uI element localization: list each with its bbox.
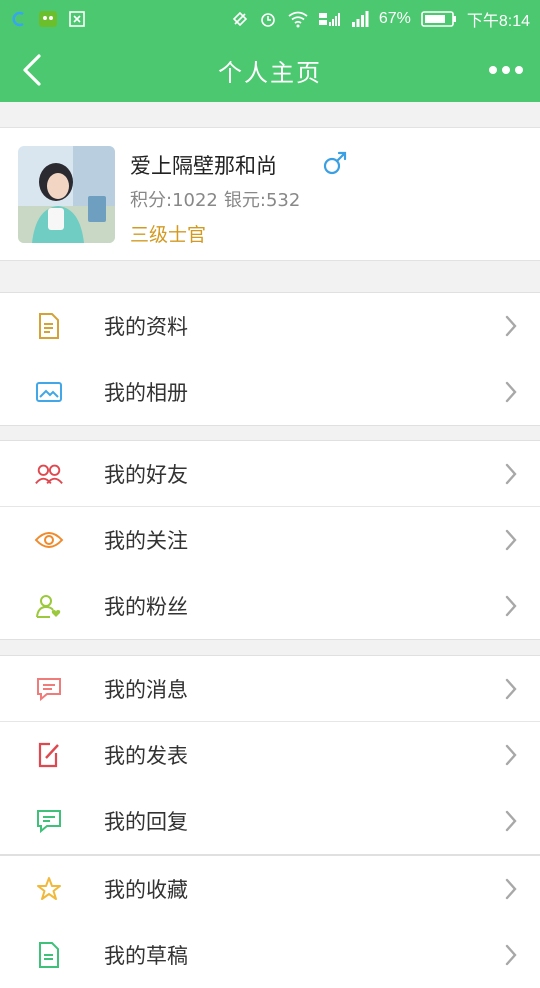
- message-icon: [34, 675, 64, 703]
- alarm-icon: [259, 10, 277, 28]
- nav-bar: 个人主页: [0, 38, 540, 102]
- star-icon: [34, 875, 64, 903]
- menu-item-label: 我的关注: [104, 529, 188, 553]
- menu-item-my-favorites[interactable]: 我的收藏: [0, 856, 540, 922]
- document-icon: [34, 312, 64, 340]
- screenshot-icon: [68, 10, 86, 28]
- menu-group-profile: 我的资料 我的相册: [0, 292, 540, 426]
- chevron-right-icon: [505, 529, 517, 551]
- fan-icon: [34, 592, 64, 620]
- menu-item-my-follows[interactable]: 我的关注: [0, 507, 540, 573]
- wifi-icon: [287, 10, 309, 28]
- app-notification-icon: [38, 10, 58, 28]
- rank-badge: 三级士官: [130, 224, 207, 246]
- profile-card[interactable]: 爱上隔壁那和尚 积分:1022 银元:532 三级士官: [0, 127, 540, 261]
- menu-item-label: 我的粉丝: [104, 595, 188, 619]
- chevron-right-icon: [505, 878, 517, 900]
- menu-item-label: 我的相册: [104, 381, 188, 405]
- menu-item-my-drafts[interactable]: 我的草稿: [0, 922, 540, 988]
- silver-value: 银元:532: [223, 190, 301, 211]
- chevron-right-icon: [505, 381, 517, 403]
- menu-item-label: 我的回复: [104, 810, 188, 834]
- menu-item-my-profile[interactable]: 我的资料: [0, 293, 540, 359]
- battery-percent: 67%: [378, 10, 411, 27]
- menu-item-label: 我的收藏: [104, 878, 188, 902]
- menu-item-label: 我的好友: [104, 462, 188, 487]
- more-dot-icon: [515, 66, 523, 74]
- points-value: 积分:1022: [130, 190, 218, 211]
- status-time: 下午8:14: [466, 13, 530, 30]
- menu-group-social: 我的好友 我的关注 我的粉丝: [0, 440, 540, 640]
- menu-group-saved: 我的收藏 我的草稿: [0, 855, 540, 988]
- eye-icon: [34, 526, 64, 554]
- signal-4g-icon: [318, 10, 341, 28]
- chevron-right-icon: [505, 810, 517, 832]
- profile-name: 爱上隔壁那和尚: [130, 154, 277, 178]
- signal-icon: [351, 10, 369, 28]
- menu-item-my-album[interactable]: 我的相册: [0, 359, 540, 425]
- data-saver-icon: [231, 10, 249, 28]
- back-arrow-icon: [23, 54, 41, 86]
- avatar[interactable]: [18, 146, 115, 243]
- menu-item-label: 我的发表: [104, 744, 188, 768]
- draft-icon: [34, 941, 64, 969]
- back-button[interactable]: [14, 52, 50, 88]
- friends-icon: [34, 460, 64, 488]
- reply-icon: [34, 807, 64, 835]
- profile-stats: 积分:1022 银元:532: [130, 186, 300, 212]
- menu-item-my-fans[interactable]: 我的粉丝: [0, 573, 540, 639]
- edit-icon: [34, 741, 64, 769]
- more-options-button[interactable]: [484, 58, 528, 82]
- menu-item-my-messages[interactable]: 我的消息: [0, 656, 540, 722]
- menu-item-my-friends[interactable]: 我的好友: [0, 441, 540, 507]
- status-bar: 67% 下午8:14: [0, 0, 540, 38]
- menu-item-label: 我的资料: [104, 315, 188, 339]
- menu-item-my-replies[interactable]: 我的回复: [0, 788, 540, 854]
- chevron-right-icon: [505, 595, 517, 617]
- more-dot-icon: [489, 66, 497, 74]
- more-dot-icon: [502, 66, 510, 74]
- photo-icon: [34, 378, 64, 406]
- chevron-right-icon: [505, 744, 517, 766]
- chevron-right-icon: [505, 944, 517, 966]
- menu-item-label: 我的消息: [104, 677, 188, 702]
- menu-group-posts: 我的消息 我的发表 我的回复: [0, 655, 540, 855]
- browser-notification-icon: [10, 10, 28, 28]
- male-gender-icon: [323, 151, 347, 175]
- chevron-right-icon: [505, 315, 517, 337]
- page-title: 个人主页: [218, 58, 322, 87]
- chevron-right-icon: [505, 678, 517, 700]
- battery-icon: [421, 10, 457, 28]
- menu-item-my-posts[interactable]: 我的发表: [0, 722, 540, 788]
- menu-item-label: 我的草稿: [104, 944, 188, 968]
- chevron-right-icon: [505, 463, 517, 485]
